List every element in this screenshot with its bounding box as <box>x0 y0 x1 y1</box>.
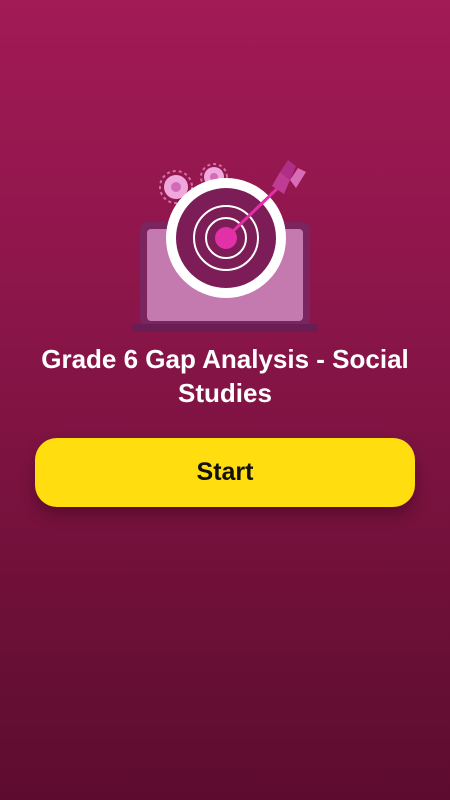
start-button[interactable]: Start <box>35 438 415 507</box>
quiz-title: Grade 6 Gap Analysis - Social Studies <box>41 344 409 408</box>
target-laptop-illustration <box>120 150 330 340</box>
quiz-start-screen: Grade 6 Gap Analysis - Social Studies St… <box>0 0 450 800</box>
